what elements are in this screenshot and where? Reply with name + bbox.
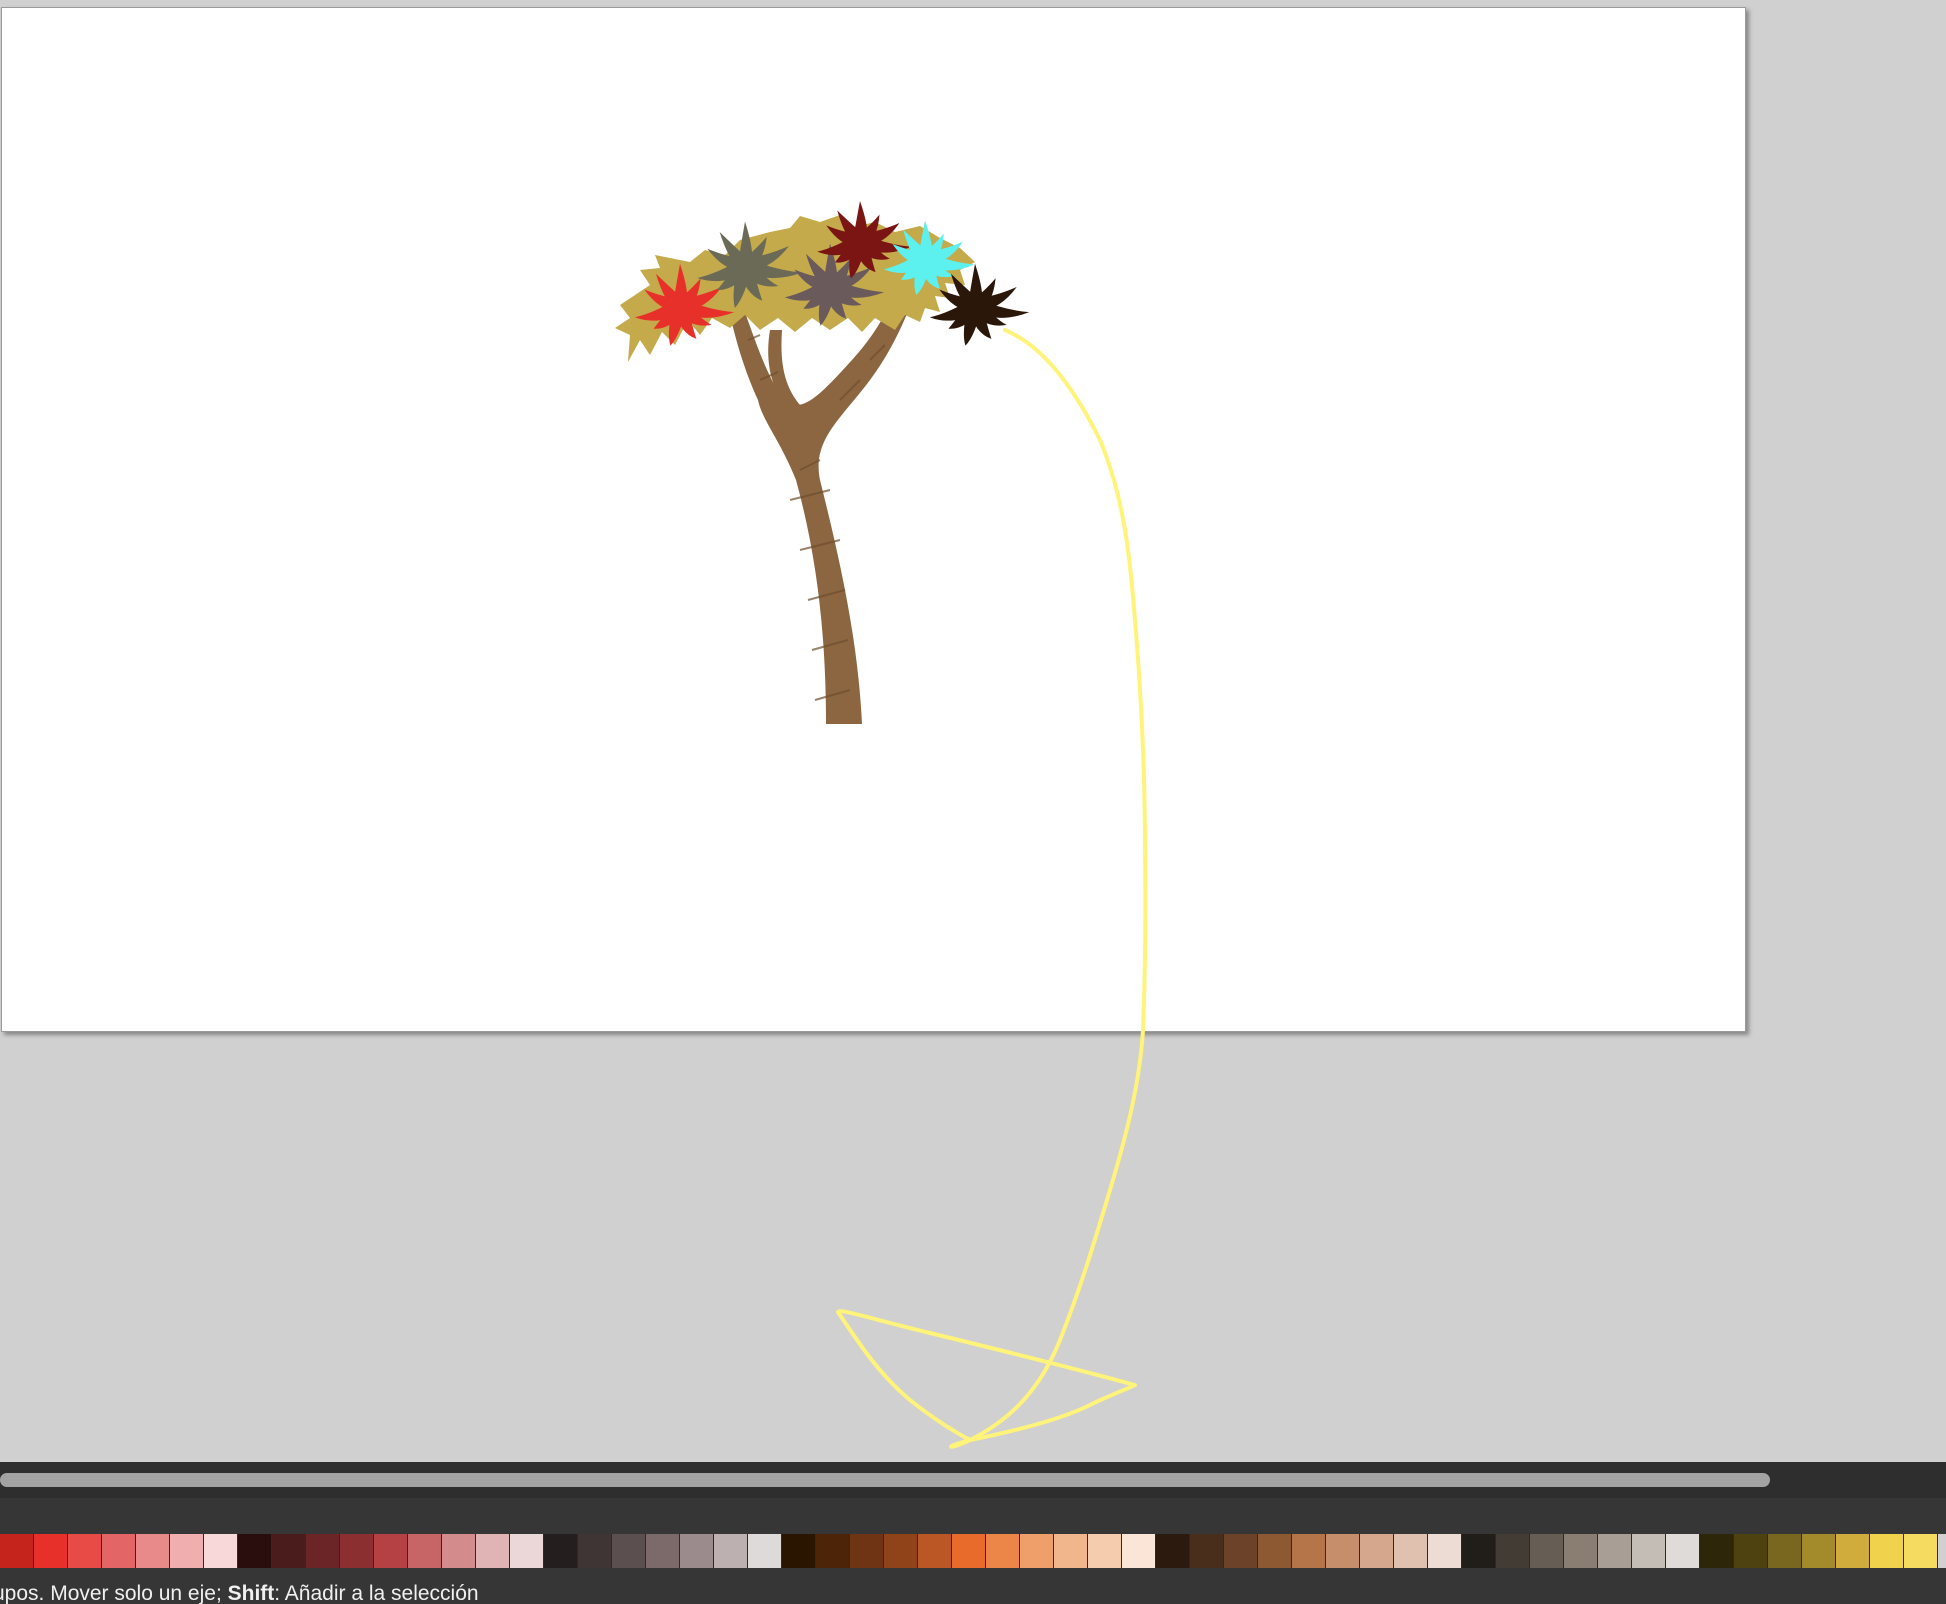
palette-swatch[interactable] [850,1534,884,1568]
palette-swatch[interactable] [510,1534,544,1568]
palette-swatch[interactable] [884,1534,918,1568]
commands-strip [0,1498,1946,1534]
palette-swatch[interactable] [136,1534,170,1568]
palette-swatch[interactable] [170,1534,204,1568]
palette-swatch[interactable] [408,1534,442,1568]
palette-swatch[interactable] [1564,1534,1598,1568]
palette-swatch[interactable] [442,1534,476,1568]
palette-swatch[interactable] [1156,1534,1190,1568]
palette-swatch[interactable] [1360,1534,1394,1568]
status-key-hint: Shift [227,1582,275,1604]
palette-swatch[interactable] [952,1534,986,1568]
status-text-before: rupos. Mover solo un eje; [0,1582,228,1604]
status-text-after: : Añadir a la selección [274,1582,479,1604]
palette-swatch[interactable] [0,1534,34,1568]
palette-swatch[interactable] [204,1534,238,1568]
palette-swatch[interactable] [1666,1534,1700,1568]
palette-swatch[interactable] [68,1534,102,1568]
palette-swatch[interactable] [1700,1534,1734,1568]
palette-swatch[interactable] [578,1534,612,1568]
palette-swatch[interactable] [1122,1534,1156,1568]
palette-swatch[interactable] [1802,1534,1836,1568]
palette-swatch[interactable] [646,1534,680,1568]
scrollbar-thumb[interactable] [0,1473,1770,1487]
palette-swatch[interactable] [782,1534,816,1568]
palette-swatch[interactable] [816,1534,850,1568]
palette-swatch[interactable] [1326,1534,1360,1568]
canvas-area[interactable] [0,0,1946,1462]
status-message: rupos. Mover solo un eje; Shift: Añadir … [0,1576,479,1604]
palette-swatch[interactable] [1870,1534,1904,1568]
palette-swatch[interactable] [1496,1534,1530,1568]
palette-swatch[interactable] [34,1534,68,1568]
palette-swatch[interactable] [748,1534,782,1568]
palette-swatch[interactable] [1768,1534,1802,1568]
palette-swatch[interactable] [1598,1534,1632,1568]
palette-swatch[interactable] [1394,1534,1428,1568]
drawing-layer[interactable] [0,0,1946,1462]
freehand-stroke[interactable] [836,328,1148,1449]
color-palette [0,1534,1938,1568]
palette-swatch[interactable] [1054,1534,1088,1568]
palette-swatch[interactable] [1632,1534,1666,1568]
palette-swatch[interactable] [918,1534,952,1568]
palette-swatch[interactable] [476,1534,510,1568]
palette-swatch[interactable] [714,1534,748,1568]
palette-swatch[interactable] [544,1534,578,1568]
palette-swatch[interactable] [306,1534,340,1568]
palette-swatch[interactable] [1734,1534,1768,1568]
palette-swatch[interactable] [1530,1534,1564,1568]
palette-swatch[interactable] [1904,1534,1938,1568]
palette-swatch[interactable] [1190,1534,1224,1568]
palette-swatch[interactable] [272,1534,306,1568]
palette-swatch[interactable] [1020,1534,1054,1568]
palette-swatch[interactable] [1428,1534,1462,1568]
palette-swatch[interactable] [612,1534,646,1568]
palette-swatch[interactable] [374,1534,408,1568]
palette-swatch[interactable] [1462,1534,1496,1568]
palette-swatch[interactable] [238,1534,272,1568]
palette-swatch[interactable] [1088,1534,1122,1568]
palette-swatch[interactable] [986,1534,1020,1568]
palette-swatch[interactable] [1224,1534,1258,1568]
status-bar: rupos. Mover solo un eje; Shift: Añadir … [0,1568,1946,1604]
palette-swatch[interactable] [1258,1534,1292,1568]
palette-swatch[interactable] [1292,1534,1326,1568]
palette-swatch[interactable] [680,1534,714,1568]
palette-swatch[interactable] [102,1534,136,1568]
palette-swatch[interactable] [1836,1534,1870,1568]
palette-swatch[interactable] [340,1534,374,1568]
